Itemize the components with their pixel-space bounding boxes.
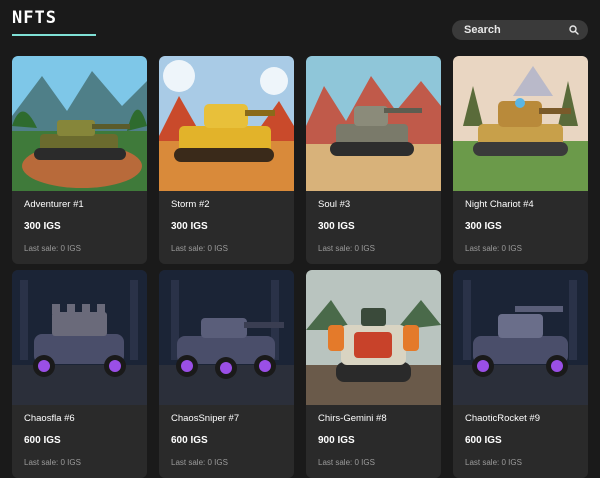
nft-name: ChaoticRocket #9 [465,413,540,424]
nft-card[interactable]: Soul #3 300 IGS Last sale: 0 IGS [306,56,441,264]
search-icon[interactable] [569,25,579,35]
nft-price: 600 IGS [24,435,61,446]
nft-image-tank-jungle[interactable] [12,56,147,191]
nft-last-sale: Last sale: 0 IGS [465,244,522,253]
nft-name: Night Chariot #4 [465,199,534,210]
nft-card[interactable]: Night Chariot #4 300 IGS Last sale: 0 IG… [453,56,588,264]
nft-last-sale: Last sale: 0 IGS [171,244,228,253]
nft-card[interactable]: Chirs-Gemini #8 900 IGS Last sale: 0 IGS [306,270,441,478]
nft-name: Chaosfla #6 [24,413,75,424]
nft-card[interactable]: ChaoticRocket #9 600 IGS Last sale: 0 IG… [453,270,588,478]
nft-price: 300 IGS [24,221,61,232]
nft-last-sale: Last sale: 0 IGS [318,244,375,253]
nft-last-sale: Last sale: 0 IGS [318,458,375,467]
nft-price: 300 IGS [171,221,208,232]
nft-price: 300 IGS [318,221,355,232]
nft-price: 600 IGS [465,435,502,446]
nft-card[interactable]: ChaosSniper #7 600 IGS Last sale: 0 IGS [159,270,294,478]
nft-image-tank-castle[interactable] [12,270,147,405]
nft-card[interactable]: Storm #2 300 IGS Last sale: 0 IGS [159,56,294,264]
nft-name: ChaosSniper #7 [171,413,240,424]
nft-last-sale: Last sale: 0 IGS [24,458,81,467]
nft-price: 600 IGS [171,435,208,446]
nft-price: 900 IGS [318,435,355,446]
nft-image-mech[interactable] [306,270,441,405]
nft-name: Chirs-Gemini #8 [318,413,387,424]
nft-name: Storm #2 [171,199,210,210]
nft-image-tank-sniper[interactable] [159,270,294,405]
nft-image-tank-rocket[interactable] [453,270,588,405]
nft-last-sale: Last sale: 0 IGS [24,244,81,253]
logo[interactable]: NFTS [12,8,57,28]
nft-card[interactable]: Chaosfla #6 600 IGS Last sale: 0 IGS [12,270,147,478]
nft-last-sale: Last sale: 0 IGS [171,458,228,467]
search-input[interactable]: Search [452,20,588,40]
nft-last-sale: Last sale: 0 IGS [465,458,522,467]
nft-name: Soul #3 [318,199,351,210]
nft-image-tank-forest[interactable] [453,56,588,191]
header: NFTS Search [0,0,600,50]
nft-image-tank-canyon[interactable] [306,56,441,191]
search-placeholder: Search [464,24,501,36]
nft-name: Adventurer #1 [24,199,84,210]
nft-card[interactable]: Adventurer #1 300 IGS Last sale: 0 IGS [12,56,147,264]
logo-underline [12,34,96,36]
nft-image-tank-yellow[interactable] [159,56,294,191]
nft-price: 300 IGS [465,221,502,232]
